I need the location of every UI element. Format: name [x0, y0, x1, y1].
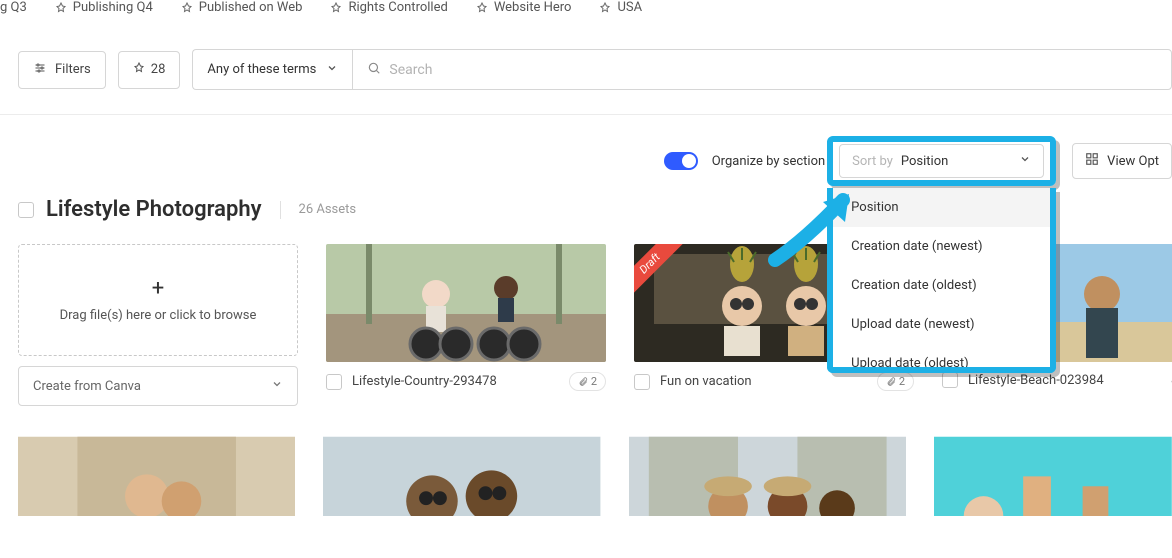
search-icon	[367, 60, 381, 79]
pins-count: 28	[151, 62, 166, 77]
divider	[280, 201, 281, 219]
pin-icon	[181, 2, 193, 14]
view-options-button[interactable]: View Opt	[1072, 143, 1172, 179]
tag-label: Publishing Q4	[73, 0, 153, 15]
asset-checkbox[interactable]	[326, 374, 342, 390]
asset-cell: Lifestyle-Country-293478 2	[326, 244, 606, 406]
sort-holder: Sort by Position Position Creation date …	[839, 144, 1044, 178]
toolbar: Filters 28 Any of these terms	[0, 29, 1172, 115]
search-input[interactable]	[389, 62, 1157, 78]
attachment-badge[interactable]: 2	[569, 372, 606, 391]
chevron-down-icon	[326, 62, 338, 78]
asset-name: Fun on vacation	[660, 374, 867, 389]
sort-dropdown: Position Creation date (newest) Creation…	[827, 188, 1056, 373]
organize-by-section-toggle[interactable]	[664, 152, 698, 170]
filters-button[interactable]: Filters	[18, 51, 106, 89]
pin-icon	[599, 2, 611, 14]
pinned-tag[interactable]: USA	[599, 0, 642, 15]
sort-option[interactable]: Creation date (oldest)	[833, 266, 1050, 305]
sort-select[interactable]: Sort by Position	[839, 144, 1044, 178]
grid-icon	[1085, 152, 1099, 170]
pinned-tag[interactable]: Website Hero	[476, 0, 572, 15]
chevron-down-icon	[271, 378, 283, 394]
attachment-count: 2	[591, 375, 597, 388]
organize-by-section-label: Organize by section	[712, 154, 825, 169]
upload-cell: + Drag file(s) here or click to browse C…	[18, 244, 298, 406]
scope-label: Any of these terms	[207, 62, 316, 77]
asset-meta-row: Lifestyle-Beach-023984 JF	[942, 372, 1172, 388]
sort-label: Sort by	[852, 154, 893, 169]
filters-label: Filters	[55, 62, 91, 77]
sort-option[interactable]: Position	[833, 188, 1050, 227]
pinned-tag[interactable]: Published on Web	[181, 0, 303, 15]
asset-thumbnail[interactable]	[629, 436, 906, 516]
asset-thumbnail[interactable]	[18, 436, 295, 516]
filters-icon	[33, 62, 47, 78]
canva-label: Create from Canva	[33, 379, 141, 394]
tag-label: Rights Controlled	[348, 0, 447, 15]
asset-checkbox[interactable]	[634, 374, 650, 390]
tag-label: Website Hero	[494, 0, 572, 15]
asset-thumbnail[interactable]	[326, 244, 606, 362]
view-options-label: View Opt	[1107, 154, 1159, 169]
attachment-badge[interactable]: 2	[877, 372, 914, 391]
asset-name: Lifestyle-Country-293478	[352, 374, 559, 389]
search-field-wrap[interactable]	[352, 49, 1172, 90]
tag-label: Published on Web	[199, 0, 303, 15]
asset-name: Lifestyle-Beach-023984	[968, 373, 1155, 388]
create-from-canva-button[interactable]: Create from Canva	[18, 366, 298, 406]
pinned-tag[interactable]: Publishing Q4	[55, 0, 153, 15]
section-controls: Organize by section Sort by Position Pos…	[0, 115, 1172, 189]
asset-checkbox[interactable]	[942, 372, 958, 388]
asset-meta-row: Fun on vacation 2	[634, 372, 914, 391]
upload-dropzone[interactable]: + Drag file(s) here or click to browse	[18, 244, 298, 356]
pinned-tag[interactable]: Rights Controlled	[330, 0, 447, 15]
asset-grid-row2	[0, 406, 1172, 516]
sort-option[interactable]: Creation date (newest)	[833, 227, 1050, 266]
asset-thumbnail[interactable]	[934, 436, 1172, 516]
asset-thumbnail[interactable]	[323, 436, 600, 516]
pin-icon	[133, 62, 145, 78]
pin-icon	[476, 2, 488, 14]
asset-count: 26 Assets	[299, 202, 357, 217]
section-checkbox[interactable]	[18, 202, 34, 218]
sort-option[interactable]: Upload date (newest)	[833, 305, 1050, 344]
tag-label: USA	[617, 0, 642, 15]
pin-icon	[55, 2, 67, 14]
pinned-tag[interactable]: g Q3	[0, 0, 27, 15]
chevron-down-icon	[1019, 153, 1031, 169]
pin-icon	[330, 2, 342, 14]
pinned-tags-row: g Q3 Publishing Q4 Published on Web Righ…	[0, 0, 1172, 29]
pins-count-button[interactable]: 28	[118, 51, 181, 89]
sort-option[interactable]: Upload date (oldest)	[833, 344, 1050, 368]
dropzone-text: Drag file(s) here or click to browse	[60, 308, 257, 323]
tag-label: g Q3	[0, 0, 27, 15]
toggle-knob	[682, 154, 696, 168]
asset-meta-row: Lifestyle-Country-293478 2	[326, 372, 606, 391]
section-title: Lifestyle Photography	[46, 197, 262, 222]
attachment-count: 2	[899, 375, 905, 388]
plus-icon: +	[152, 278, 164, 300]
search-scope-select[interactable]: Any of these terms	[192, 49, 352, 90]
sort-value: Position	[901, 154, 1011, 169]
